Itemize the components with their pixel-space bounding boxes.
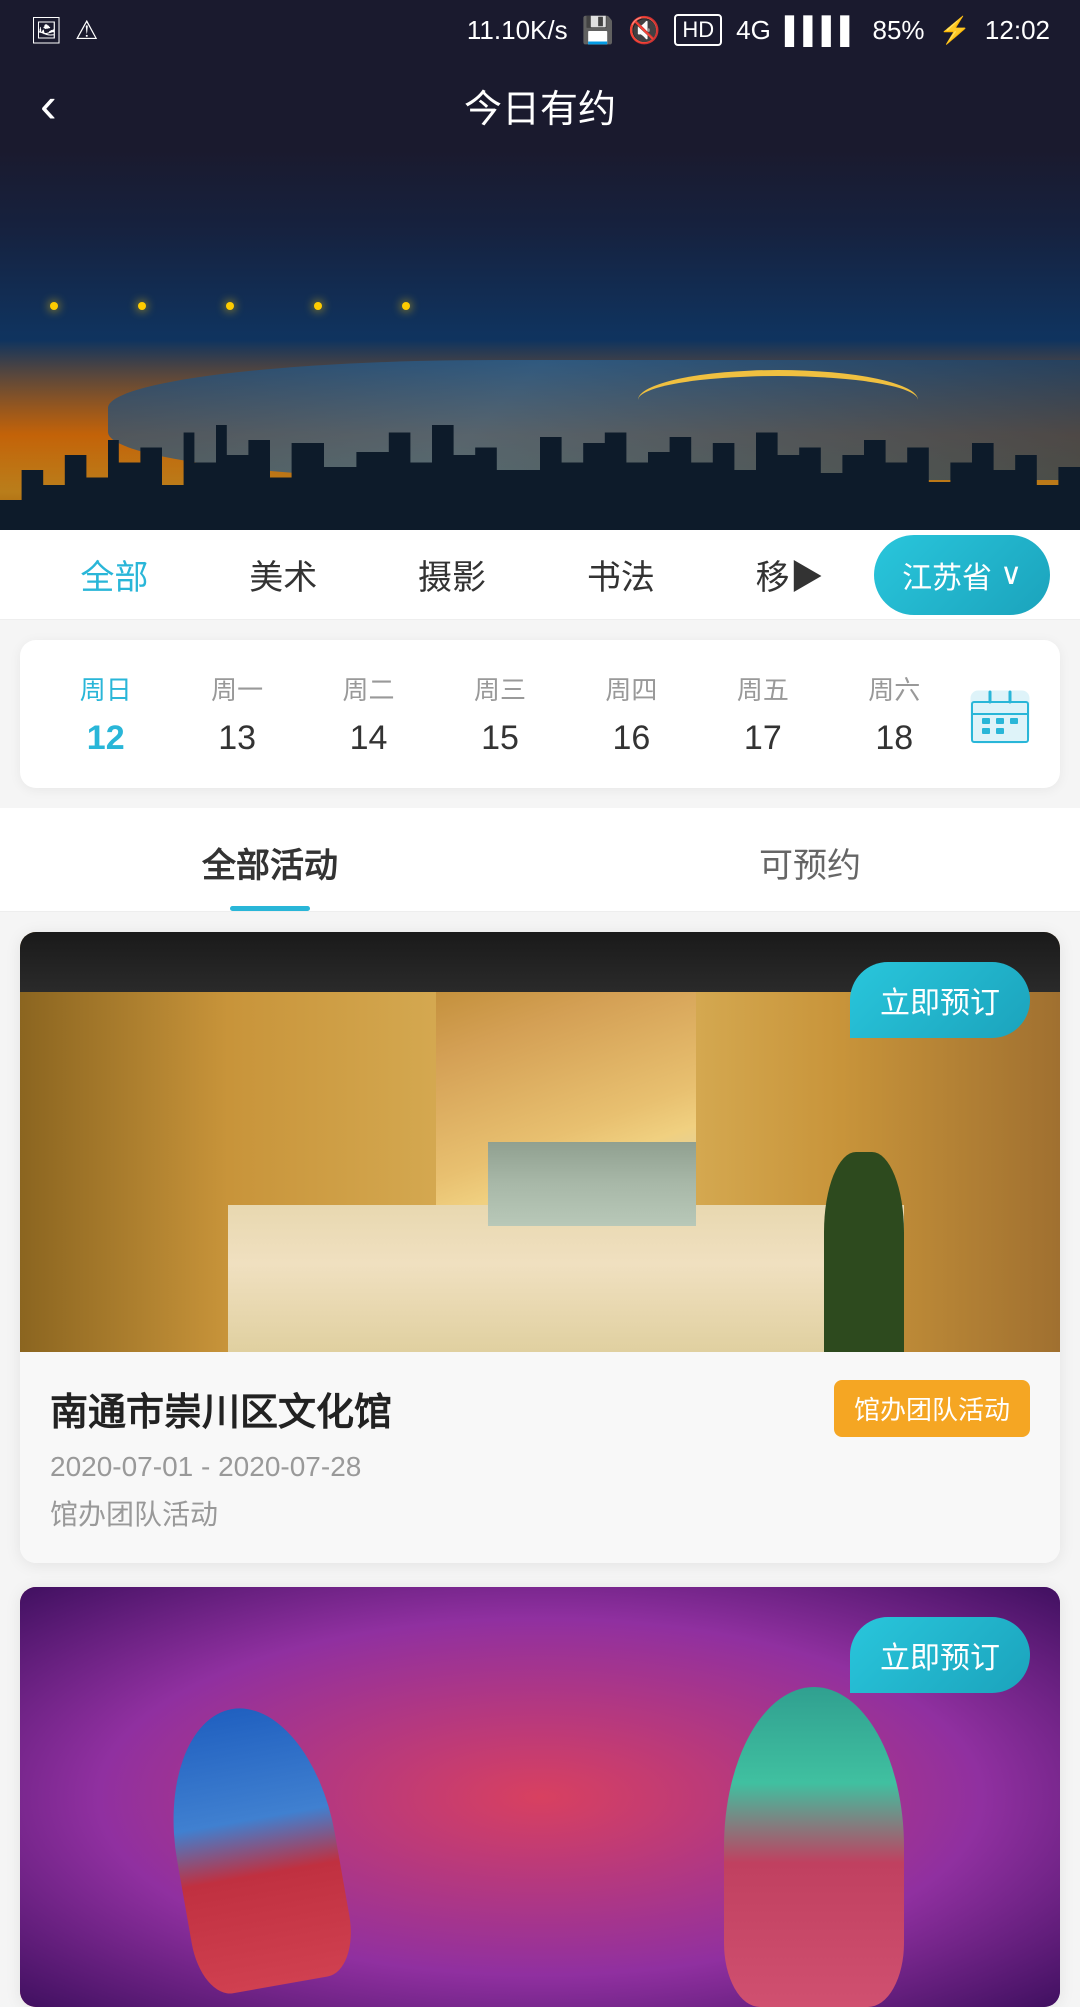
day-num-sun: 12 xyxy=(87,719,125,758)
light-dot xyxy=(314,302,322,310)
calendar-picker-button[interactable] xyxy=(960,674,1040,754)
province-selector[interactable]: 江苏省 ∨ xyxy=(874,535,1050,615)
corridor-vanish-point xyxy=(488,1142,696,1226)
chevron-down-icon: ∨ xyxy=(1000,557,1022,592)
light-dot xyxy=(50,302,58,310)
card-info-1: 南通市崇川区文化馆 馆办团队活动 2020-07-01 - 2020-07-28… xyxy=(20,1352,1060,1563)
day-num-wed: 15 xyxy=(481,719,519,758)
card-title-row-1: 南通市崇川区文化馆 馆办团队活动 xyxy=(50,1380,1030,1437)
tab-bookable[interactable]: 可预约 xyxy=(540,808,1080,911)
status-bar: 🖼 ⚠ 11.10K/s 💾 🔇 HD 4G ▌▌▌▌ 85% ⚡ 12:02 xyxy=(0,0,1080,60)
tab-all-activities[interactable]: 全部活动 xyxy=(0,808,540,911)
mute-icon: 🔇 xyxy=(628,15,660,46)
activity-card-1[interactable]: 立即预订 南通市崇川区文化馆 馆办团队活动 2020-07-01 - 2020-… xyxy=(20,932,1060,1563)
day-name-tue: 周二 xyxy=(343,670,395,707)
day-num-tue: 14 xyxy=(350,719,388,758)
day-name-thu: 周四 xyxy=(605,670,657,707)
card-desc-1: 馆办团队活动 xyxy=(50,1493,1030,1533)
back-button[interactable]: ‹ xyxy=(40,76,57,134)
storage-icon: 💾 xyxy=(582,15,614,46)
activity-cards-list: 立即预订 南通市崇川区文化馆 馆办团队活动 2020-07-01 - 2020-… xyxy=(0,932,1080,2007)
day-item-sat[interactable]: 周六 18 xyxy=(829,670,960,758)
day-num-mon: 13 xyxy=(218,719,256,758)
day-item-sun[interactable]: 周日 12 xyxy=(40,670,171,758)
category-item-calligraphy[interactable]: 书法 xyxy=(536,530,705,619)
book-now-badge-2[interactable]: 立即预订 xyxy=(850,1617,1030,1693)
page-title: 今日有约 xyxy=(464,78,616,133)
light-dot xyxy=(226,302,234,310)
calendar-week-strip: 周日 12 周一 13 周二 14 周三 15 周四 16 周五 17 周六 1… xyxy=(20,640,1060,788)
status-right-info: 11.10K/s 💾 🔇 HD 4G ▌▌▌▌ 85% ⚡ 12:02 xyxy=(467,14,1050,46)
day-name-wed: 周三 xyxy=(474,670,526,707)
category-item-art[interactable]: 美术 xyxy=(199,530,368,619)
hero-bridge xyxy=(638,370,918,430)
day-item-tue[interactable]: 周二 14 xyxy=(303,670,434,758)
corridor-floor xyxy=(228,1205,904,1352)
alert-icon: ⚠ xyxy=(75,15,98,46)
card-date-1: 2020-07-01 - 2020-07-28 xyxy=(50,1451,1030,1483)
header: ‹ 今日有约 xyxy=(0,60,1080,150)
book-now-badge-1[interactable]: 立即预订 xyxy=(850,962,1030,1038)
activity-tabs: 全部活动 可预约 xyxy=(0,808,1080,912)
day-item-wed[interactable]: 周三 15 xyxy=(434,670,565,758)
activity-card-2[interactable]: 立即预订 xyxy=(20,1587,1060,2007)
signal-bars: ▌▌▌▌ xyxy=(785,15,859,46)
category-item-photo[interactable]: 摄影 xyxy=(368,530,537,619)
clock: 12:02 xyxy=(985,15,1050,46)
category-item-all[interactable]: 全部 xyxy=(30,530,199,619)
category-item-mobile[interactable]: 移▶ xyxy=(705,530,874,619)
signal-icon: 4G xyxy=(736,15,771,46)
day-num-fri: 17 xyxy=(744,719,782,758)
day-num-sat: 18 xyxy=(875,719,913,758)
battery-level: 85% xyxy=(873,15,925,46)
day-name-mon: 周一 xyxy=(211,670,263,707)
network-speed: 11.10K/s xyxy=(467,15,568,46)
card-tag-1: 馆办团队活动 xyxy=(834,1380,1030,1437)
day-name-fri: 周五 xyxy=(737,670,789,707)
day-name-sun: 周日 xyxy=(80,670,132,707)
charging-icon: ⚡ xyxy=(939,15,971,46)
calendar-icon xyxy=(968,682,1032,746)
image-icon: 🖼 xyxy=(30,15,63,46)
hd-badge: HD xyxy=(674,14,722,46)
hero-lights xyxy=(0,302,1080,310)
hero-banner xyxy=(0,150,1080,530)
category-filter-bar: 全部 美术 摄影 书法 移▶ 江苏省 ∨ xyxy=(0,530,1080,620)
day-name-sat: 周六 xyxy=(868,670,920,707)
day-item-thu[interactable]: 周四 16 xyxy=(566,670,697,758)
province-label: 江苏省 xyxy=(902,553,992,597)
card-image-wrap-1: 立即预订 xyxy=(20,932,1060,1352)
card-title-1: 南通市崇川区文化馆 xyxy=(50,1381,392,1436)
dance-figure-2 xyxy=(724,1687,904,2007)
status-left-icons: 🖼 ⚠ xyxy=(30,15,98,46)
corridor-plant xyxy=(824,1152,904,1352)
card-image-wrap-2: 立即预订 xyxy=(20,1587,1060,2007)
day-num-thu: 16 xyxy=(612,719,650,758)
day-item-fri[interactable]: 周五 17 xyxy=(697,670,828,758)
light-dot xyxy=(138,302,146,310)
light-dot xyxy=(402,302,410,310)
day-item-mon[interactable]: 周一 13 xyxy=(171,670,302,758)
